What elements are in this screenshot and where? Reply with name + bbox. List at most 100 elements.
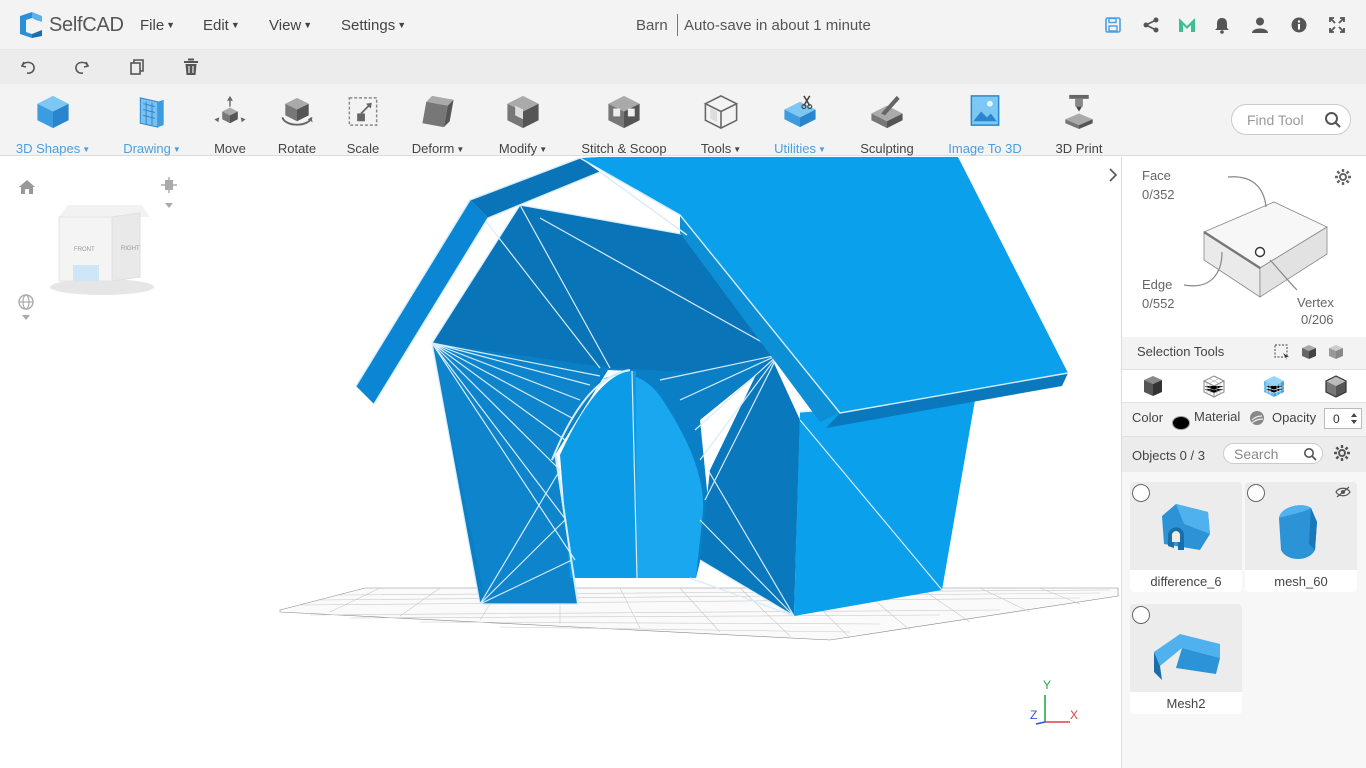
sculpting-icon bbox=[871, 95, 903, 129]
menu-file[interactable]: File ▼ bbox=[140, 17, 175, 34]
object-preview bbox=[1162, 504, 1210, 550]
tool-3d-shapes[interactable]: 3D Shapes ▼ bbox=[14, 84, 92, 156]
ground-grid bbox=[279, 587, 1119, 641]
object-preview bbox=[1279, 505, 1317, 559]
edge-count: 0/552 bbox=[1142, 296, 1175, 311]
tool-modify[interactable]: Modify ▼ bbox=[494, 84, 552, 156]
menu-edit[interactable]: Edit ▼ bbox=[203, 17, 240, 34]
tool-image-to-3d-label: Image To 3D bbox=[948, 141, 1022, 156]
redo-icon[interactable] bbox=[72, 57, 92, 77]
vertex-count: 0/206 bbox=[1301, 312, 1334, 327]
edge-mode-icon[interactable] bbox=[1262, 374, 1286, 398]
tool-3d-shapes-label: 3D Shapes ▼ bbox=[15, 141, 91, 156]
tool-modify-label: Modify ▼ bbox=[498, 141, 548, 156]
object-select-radio[interactable] bbox=[1132, 606, 1150, 624]
tool-deform[interactable]: Deform ▼ bbox=[406, 84, 470, 156]
tool-utilities-label: Utilities ▼ bbox=[774, 141, 826, 156]
top-bar: SelfCAD File ▼ Edit ▼ View ▼ Settings ▼ Barn… bbox=[0, 0, 1366, 50]
objects-count: Objects 0 / 3 bbox=[1132, 448, 1205, 463]
color-label: Color bbox=[1132, 410, 1164, 425]
stepper-icon[interactable] bbox=[1349, 411, 1359, 426]
eye-hidden-icon[interactable] bbox=[1335, 486, 1351, 498]
face-count: 0/352 bbox=[1142, 187, 1175, 202]
tool-image-to-3d[interactable]: Image To 3D bbox=[943, 84, 1027, 156]
modify-icon bbox=[507, 95, 539, 129]
tool-sculpting-label: Sculpting bbox=[860, 141, 914, 156]
object-select-radio[interactable] bbox=[1132, 484, 1150, 502]
app-logo[interactable]: SelfCAD bbox=[16, 10, 124, 40]
material-label: Material bbox=[1194, 409, 1241, 424]
delete-icon[interactable] bbox=[181, 57, 201, 77]
object-card-mesh-60[interactable]: mesh_60 bbox=[1245, 482, 1357, 592]
search-icon[interactable] bbox=[1303, 447, 1317, 461]
object-search-input[interactable]: Search bbox=[1223, 443, 1323, 464]
axis-y-label: Y bbox=[1043, 678, 1051, 692]
save-icon[interactable] bbox=[1103, 15, 1123, 35]
tool-drawing[interactable]: Drawing ▼ bbox=[118, 84, 186, 156]
box-select-icon[interactable] bbox=[1273, 343, 1291, 361]
caret-down-icon: ▼ bbox=[230, 20, 240, 30]
object-name[interactable]: difference_6 bbox=[1130, 574, 1242, 589]
find-tool-placeholder: Find Tool bbox=[1247, 112, 1304, 128]
search-icon[interactable] bbox=[1324, 111, 1342, 129]
bell-icon[interactable] bbox=[1212, 15, 1232, 35]
tools-icon bbox=[703, 95, 739, 129]
opacity-value: 0 bbox=[1333, 412, 1340, 426]
select-connected-icon[interactable] bbox=[1300, 343, 1318, 361]
tool-scale[interactable]: Scale bbox=[340, 84, 386, 156]
selfcad-logo-icon bbox=[20, 12, 42, 38]
objects-settings-icon[interactable] bbox=[1333, 444, 1351, 462]
fullscreen-icon[interactable] bbox=[1327, 15, 1347, 35]
barn-model[interactable] bbox=[0, 157, 1121, 768]
menu-settings[interactable]: Settings ▼ bbox=[341, 17, 406, 34]
material-sphere-icon[interactable] bbox=[1249, 410, 1265, 426]
menu-edit-label: Edit bbox=[203, 17, 229, 34]
3d-viewport[interactable]: FRONT RIGHT Y X Z bbox=[0, 157, 1121, 768]
axis-z-label: Z bbox=[1030, 708, 1037, 722]
opacity-input[interactable]: 0 bbox=[1324, 408, 1362, 429]
info-icon[interactable] bbox=[1289, 15, 1309, 35]
axis-x-label: X bbox=[1070, 708, 1078, 722]
tool-drawing-label: Drawing ▼ bbox=[123, 141, 181, 156]
edge-label: Edge bbox=[1142, 277, 1173, 292]
tool-rotate[interactable]: Rotate bbox=[272, 84, 322, 156]
document-title[interactable]: Barn bbox=[636, 17, 668, 34]
tool-rotate-label: Rotate bbox=[277, 141, 317, 156]
caret-down-icon: ▼ bbox=[303, 20, 313, 30]
object-select-radio[interactable] bbox=[1247, 484, 1265, 502]
object-card-mesh2[interactable]: Mesh2 bbox=[1130, 604, 1242, 714]
tool-utilities[interactable]: Utilities ▼ bbox=[768, 84, 832, 156]
collapse-panel-icon[interactable] bbox=[1107, 167, 1119, 183]
share-icon[interactable] bbox=[1141, 15, 1161, 35]
tool-stitch-scoop[interactable]: Stitch & Scoop bbox=[576, 84, 672, 156]
menu-settings-label: Settings bbox=[341, 17, 396, 34]
tool-move-label: Move bbox=[214, 141, 246, 156]
object-name[interactable]: mesh_60 bbox=[1245, 574, 1357, 589]
color-swatch[interactable] bbox=[1172, 416, 1190, 430]
caret-down-icon: ▼ bbox=[397, 20, 407, 30]
tool-move[interactable]: Move bbox=[206, 84, 254, 156]
face-label: Face bbox=[1142, 168, 1171, 183]
tool-3d-print[interactable]: 3D Print bbox=[1050, 84, 1108, 156]
copy-icon[interactable] bbox=[127, 57, 147, 77]
object-preview bbox=[1154, 634, 1220, 680]
tool-scale-label: Scale bbox=[346, 141, 380, 156]
tool-tools-label: Tools ▼ bbox=[700, 141, 742, 156]
vertex-mode-icon[interactable] bbox=[1324, 374, 1348, 398]
user-icon[interactable] bbox=[1250, 15, 1270, 35]
tool-ribbon: 3D Shapes ▼ Drawing ▼ Move Rotate Scale De… bbox=[0, 84, 1366, 156]
menu-view[interactable]: View ▼ bbox=[269, 17, 312, 34]
object-card-difference-6[interactable]: difference_6 bbox=[1130, 482, 1242, 592]
undo-icon[interactable] bbox=[18, 57, 38, 77]
m-logo-icon[interactable] bbox=[1177, 15, 1197, 35]
find-tool-input[interactable]: Find Tool bbox=[1231, 104, 1351, 135]
object-name[interactable]: Mesh2 bbox=[1130, 696, 1242, 711]
tool-sculpting[interactable]: Sculpting bbox=[855, 84, 919, 156]
selection-tools-label: Selection Tools bbox=[1137, 344, 1225, 359]
tool-tools[interactable]: Tools ▼ bbox=[695, 84, 747, 156]
menu-view-label: View bbox=[269, 17, 302, 34]
select-all-icon[interactable] bbox=[1327, 343, 1345, 361]
object-mode-icon[interactable] bbox=[1142, 374, 1164, 398]
face-mode-icon[interactable] bbox=[1202, 374, 1226, 398]
object-search-placeholder: Search bbox=[1234, 446, 1279, 462]
